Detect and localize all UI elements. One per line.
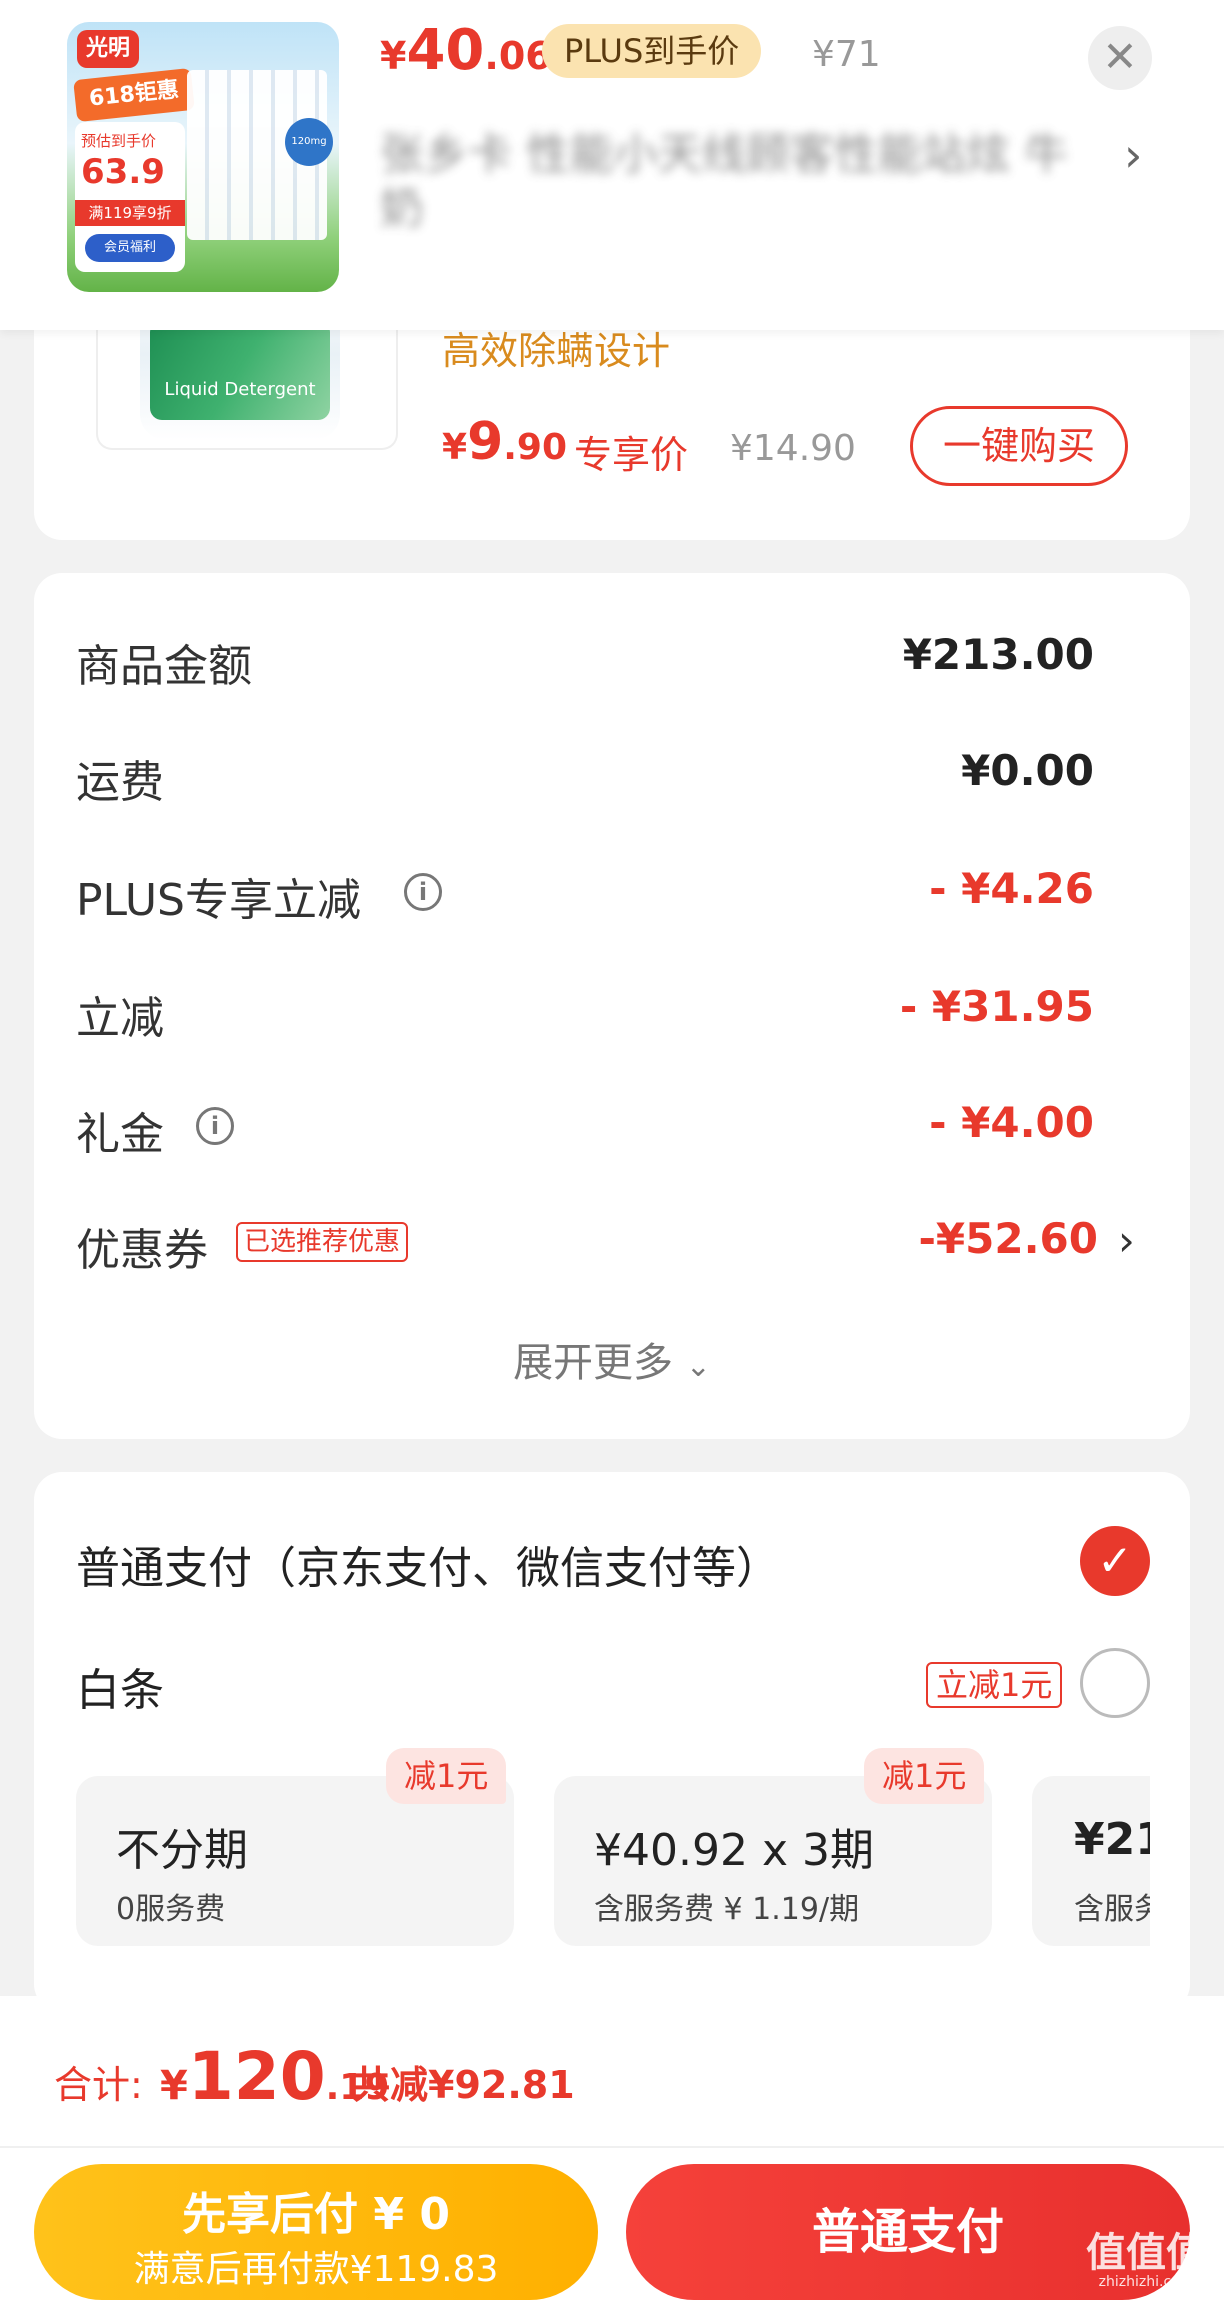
watermark: 值值值 zhizhizhi.com	[1076, 2220, 1216, 2310]
brand-logo: 光明	[77, 30, 139, 68]
thumb-price-label: 预估到手价	[81, 132, 157, 150]
exclusive-price-label: 专享价	[574, 433, 689, 477]
plan-discount-tag: 减1元	[386, 1748, 507, 1804]
info-icon[interactable]: i	[404, 873, 442, 911]
product-image-label: Liquid Detergent	[150, 320, 330, 420]
plan-subtitle: 含服务费 ¥ 1.19/期	[594, 1892, 860, 1927]
row-shipping-value: ¥0.00	[961, 746, 1094, 795]
baitiao-option[interactable]: 白条	[76, 1654, 164, 1718]
row-shipping-label: 运费	[76, 757, 164, 808]
checkmark-icon[interactable]: ✓	[1080, 1526, 1150, 1596]
row-instant-discount-label: 立减	[76, 993, 164, 1044]
row-goods-amount-value: ¥213.00	[902, 630, 1094, 679]
row-instant-discount-value: - ¥31.95	[899, 982, 1094, 1031]
plan-discount-tag: 减1元	[864, 1748, 985, 1804]
normal-payment-option[interactable]: 普通支付（京东支付、微信支付等）	[76, 1532, 780, 1596]
installment-plan-card[interactable]: ¥21 含服务	[1032, 1776, 1150, 1946]
total-label: 合计:	[54, 2063, 143, 2107]
thumb-promo-line: 满119享9折	[75, 200, 185, 226]
price-symbol: ¥	[442, 427, 468, 468]
chevron-right-icon[interactable]: ›	[1124, 128, 1142, 182]
chevron-right-icon[interactable]: ›	[1118, 1216, 1135, 1265]
plan-title: ¥40.92 x 3期	[594, 1825, 874, 1876]
coupon-recommended-tag: 已选推荐优惠	[236, 1222, 409, 1262]
thumb-member-tag: 会员福利	[85, 234, 175, 262]
product-title-blurred[interactable]: 张乡卡 性能小天线顾客性能站炫 牛奶	[380, 128, 1070, 238]
plan-title: ¥21	[1074, 1814, 1150, 1865]
row-coupon-value[interactable]: -¥52.60	[918, 1214, 1098, 1263]
close-icon[interactable]: ✕	[1088, 26, 1152, 90]
watermark-sub: zhizhizhi.com	[1098, 2274, 1194, 2290]
thumb-price: 63.9	[81, 152, 165, 192]
thumb-badge: 120mg	[285, 118, 333, 166]
one-click-buy-button[interactable]: 一键购买	[910, 406, 1128, 486]
product-thumbnail[interactable]: 光明 618钜惠 预估到手价 63.9 满119享9折 会员福利 120mg	[67, 22, 339, 292]
plan-subtitle: 0服务费	[116, 1892, 226, 1927]
baitiao-discount-tag: 立减1元	[926, 1662, 1063, 1708]
radio-unchecked-icon[interactable]	[1080, 1648, 1150, 1718]
plan-subtitle: 含服务	[1074, 1892, 1150, 1927]
row-gift-money-label: 礼金	[76, 1109, 164, 1160]
total-savings: 共减¥92.81	[352, 2063, 575, 2107]
price-symbol: ¥	[160, 2063, 188, 2109]
price-int: 9	[467, 412, 504, 472]
price-int: 40	[406, 18, 485, 83]
topbar-price: ¥40.06	[380, 18, 552, 83]
row-plus-discount-value: - ¥4.26	[929, 864, 1094, 913]
product-price: ¥9.90	[442, 412, 567, 472]
chevron-down-icon: ⌄	[685, 1349, 711, 1384]
product-original-price: ¥14.90	[730, 428, 856, 469]
row-coupon-label[interactable]: 优惠券	[76, 1214, 208, 1278]
pay-later-subtitle: 满意后再付款¥119.83	[133, 2249, 499, 2290]
divider	[0, 2146, 1224, 2148]
row-plus-discount-label: PLUS专享立减	[76, 875, 361, 926]
plan-title: 不分期	[116, 1825, 248, 1876]
row-gift-money-value: - ¥4.00	[929, 1098, 1094, 1147]
thumb-price-box: 预估到手价 63.9 满119享9折 会员福利	[75, 122, 185, 272]
price-dec: .90	[503, 427, 568, 468]
price-int: 120	[187, 2038, 326, 2115]
row-goods-amount-label: 商品金额	[76, 641, 252, 692]
watermark-main: 值值值	[1086, 2230, 1206, 2276]
pay-later-title: 先享后付 ¥ 0	[182, 2189, 450, 2240]
info-icon[interactable]: i	[196, 1107, 234, 1145]
expand-more-button[interactable]: 展开更多 ⌄	[0, 1330, 1224, 1388]
pay-later-button[interactable]: 先享后付 ¥ 0 满意后再付款¥119.83	[34, 2164, 598, 2300]
promo-banner: 618钜惠	[73, 67, 195, 123]
expand-more-label: 展开更多	[513, 1340, 674, 1386]
price-symbol: ¥	[380, 34, 407, 78]
plus-price-tag: PLUS到手价	[542, 24, 762, 78]
topbar-original-price: ¥71	[812, 34, 881, 75]
